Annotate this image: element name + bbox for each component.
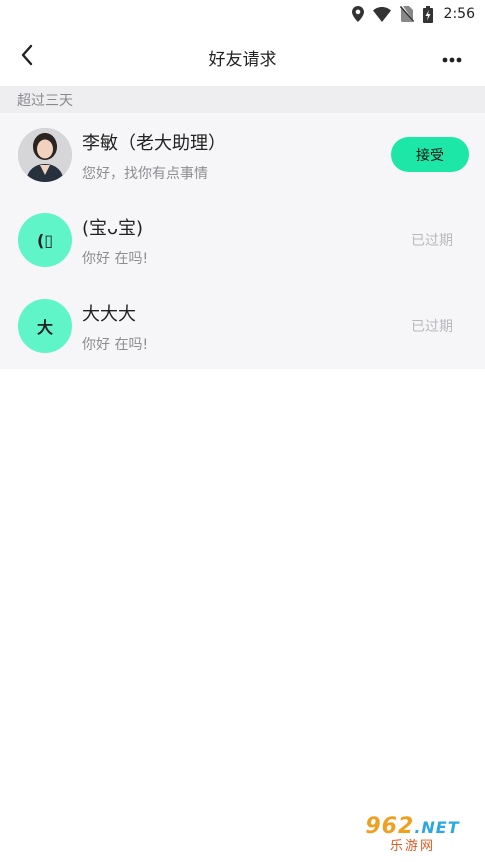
no-sim-icon <box>399 6 414 22</box>
list-item[interactable]: (▯ (宝ᴗ宝) 你好 在吗! 已过期 <box>0 198 485 283</box>
request-message: 你好 在吗! <box>82 336 149 353</box>
nav-header: 好友请求 <box>0 28 485 86</box>
user-photo-icon <box>18 128 72 182</box>
avatar: 大 <box>18 298 72 353</box>
request-name: 李敏（老大助理） <box>82 133 226 154</box>
request-name: 大大大 <box>82 303 136 325</box>
expired-status: 已过期 <box>411 318 453 335</box>
site-watermark: 962.NET 乐游网 <box>346 814 479 856</box>
status-bar: 2:56 <box>0 0 485 28</box>
friend-request-list: 李敏（老大助理） 您好，找你有点事情 接受 (▯ (宝ᴗ宝) 你好 在吗! 已过… <box>0 113 485 369</box>
wifi-icon <box>372 6 391 22</box>
request-name: (宝ᴗ宝) <box>82 218 144 240</box>
battery-charging-icon <box>422 5 433 23</box>
section-header: 超过三天 <box>0 86 485 113</box>
request-message: 您好，找你有点事情 <box>82 166 208 182</box>
page-title: 好友请求 <box>208 49 277 70</box>
chevron-left-icon <box>20 44 34 70</box>
list-item[interactable]: 李敏（老大助理） 您好，找你有点事情 接受 <box>0 113 485 198</box>
expired-status: 已过期 <box>411 233 453 250</box>
more-horizontal-icon <box>442 48 462 67</box>
watermark-brand: 962.NET <box>365 814 460 839</box>
avatar <box>18 128 72 182</box>
back-button[interactable] <box>12 42 42 72</box>
more-button[interactable] <box>437 42 467 72</box>
watermark-caption: 乐游网 <box>389 839 435 854</box>
status-time: 2:56 <box>443 6 475 22</box>
avatar: (▯ <box>18 213 72 268</box>
request-message: 你好 在吗! <box>82 251 149 268</box>
location-icon <box>351 6 364 22</box>
list-item[interactable]: 大 大大大 你好 在吗! 已过期 <box>0 284 485 369</box>
accept-button[interactable]: 接受 <box>391 137 469 172</box>
